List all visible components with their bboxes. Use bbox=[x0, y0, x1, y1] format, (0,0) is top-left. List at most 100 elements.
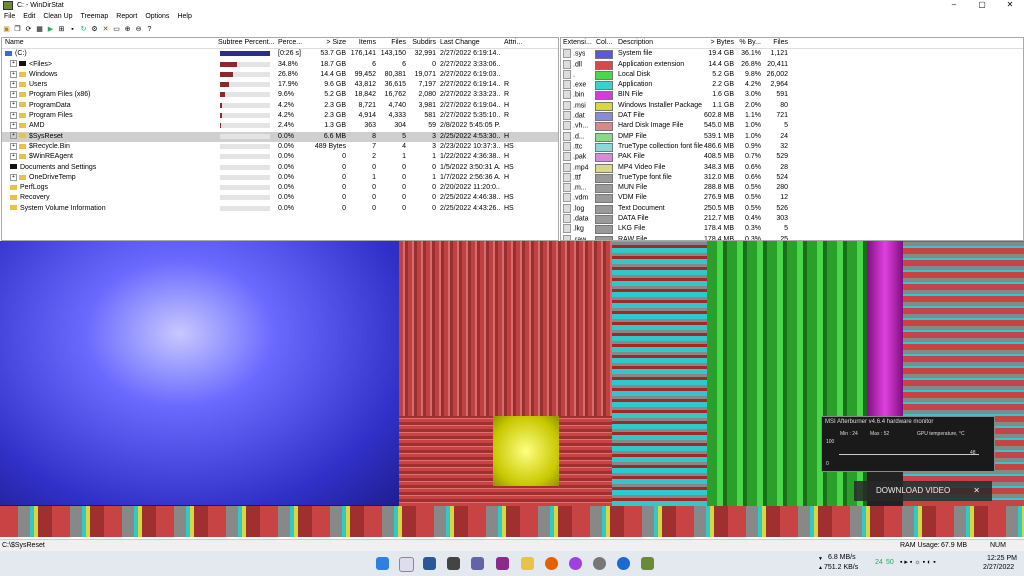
col-extension[interactable]: Extensi... bbox=[563, 38, 592, 48]
extension-row[interactable]: .ttc TrueType collection font file 486.6 M… bbox=[561, 141, 1023, 152]
tray-icons[interactable]: ▪ ▸ ▪ ☼ ▪ ◐ ▪ bbox=[900, 559, 936, 567]
expand-icon[interactable]: + bbox=[10, 91, 17, 99]
extension-row[interactable]: .bin BIN File 1.6 GB 3.0% 591 bbox=[561, 90, 1023, 101]
help-icon[interactable]: ? bbox=[145, 25, 154, 34]
expand-icon[interactable]: + bbox=[10, 111, 17, 119]
expand-icon[interactable]: + bbox=[10, 173, 17, 181]
dir-row[interactable]: + $SysReset 0.0% 6.6 MB 8 5 3 2/25/2022 4:53:30… bbox=[2, 131, 558, 142]
dir-row[interactable]: + Windows 26.8% 14.4 GB 99,452 80,381 19,071 2/… bbox=[2, 70, 558, 80]
dir-row[interactable]: + Program Files (x86) 9.6% 5.2 GB 18,842 16,7… bbox=[2, 90, 558, 100]
extension-row[interactable]: .msi Windows Installer Package 1.1 GB 2.0% 8… bbox=[561, 100, 1023, 111]
expand-icon[interactable]: + bbox=[10, 142, 17, 150]
dir-row[interactable]: + ProgramData 4.2% 2.3 GB 8,721 4,740 3,981 2/2… bbox=[2, 101, 558, 111]
expand-icon[interactable]: + bbox=[10, 132, 17, 140]
search-icon[interactable] bbox=[399, 557, 414, 572]
extension-row[interactable]: .lkg LKG File 178.4 MB 0.3% 5 bbox=[561, 224, 1023, 235]
extension-row[interactable]: .vh... Hard Disk Image File 545.0 MB 1.0% 5 bbox=[561, 121, 1023, 132]
treemap-block-cyan[interactable] bbox=[612, 241, 707, 506]
extension-row[interactable]: .exe Application 2.2 GB 4.2% 2,964 bbox=[561, 80, 1023, 91]
extension-row[interactable]: .log Text Document 250.5 MB 0.5% 526 bbox=[561, 203, 1023, 214]
extension-list[interactable]: Extensi... Col... Description > Bytes % … bbox=[560, 37, 1024, 241]
extension-row[interactable]: .mp4 MP4 Video File 348.3 MB 0.6% 28 bbox=[561, 162, 1023, 173]
expand-icon[interactable]: + bbox=[10, 122, 17, 130]
download-close-icon[interactable]: ✕ bbox=[973, 481, 980, 501]
windirstat-taskbar-icon[interactable] bbox=[496, 557, 509, 570]
col-color[interactable]: Col... bbox=[596, 38, 612, 48]
download-video-overlay[interactable]: DOWNLOAD VIDEO ✕ bbox=[854, 481, 992, 501]
extension-row[interactable]: .ttf TrueType font file 312.0 MB 0.6% 524 bbox=[561, 172, 1023, 183]
msi-afterburner-overlay[interactable]: MSI Afterburner v4.6.4 hardware monitor … bbox=[821, 416, 995, 472]
dir-row[interactable]: PerfLogs 0.0% 0 0 0 0 2/20/2022 11:20:0... bbox=[2, 183, 558, 193]
start-icon[interactable] bbox=[376, 557, 389, 570]
word-icon[interactable] bbox=[423, 557, 436, 570]
refresh-all-icon[interactable]: ↻ bbox=[79, 25, 88, 34]
clock-time[interactable]: 12:25 PM bbox=[987, 555, 1017, 563]
dir-row[interactable]: (C:) [0:26 s] 53.7 GB 176,141 143,150 32,991 2… bbox=[2, 49, 558, 59]
expand-icon[interactable]: + bbox=[10, 70, 17, 78]
col-description[interactable]: Description bbox=[618, 38, 653, 48]
col-items[interactable]: Items bbox=[348, 38, 376, 48]
col-files[interactable]: Files bbox=[378, 38, 406, 48]
delete-icon[interactable]: ✕ bbox=[101, 25, 110, 34]
zoom-in-icon[interactable]: ⊕ bbox=[123, 25, 132, 34]
dir-row[interactable]: Recovery 0.0% 0 0 0 0 2/25/2022 4:46:38... HS bbox=[2, 193, 558, 203]
menu-help[interactable]: Help bbox=[173, 12, 195, 22]
col-files[interactable]: Files bbox=[763, 38, 788, 48]
col-subdirs[interactable]: Subdirs bbox=[408, 38, 436, 48]
col-percent[interactable]: Perce... bbox=[278, 38, 302, 48]
dir-row[interactable]: + <Files> 34.8% 18.7 GB 6 6 0 2/27/2022 3:33:06… bbox=[2, 60, 558, 70]
prompt-icon[interactable]: ▪ bbox=[68, 25, 77, 34]
maximize-button[interactable]: ▢ bbox=[968, 0, 996, 11]
open-icon[interactable]: ▣ bbox=[2, 25, 11, 34]
treemap-block-bottom-strip[interactable] bbox=[0, 506, 1024, 537]
zoom-out-icon[interactable]: ⊖ bbox=[134, 25, 143, 34]
folder-icon[interactable]: ▭ bbox=[112, 25, 121, 34]
explorer-icon[interactable]: ⊞ bbox=[57, 25, 66, 34]
settings-icon[interactable] bbox=[593, 557, 606, 570]
dir-row[interactable]: Documents and Settings 0.0% 0 0 0 0 1/5/2022 3… bbox=[2, 163, 558, 173]
expand-icon[interactable]: + bbox=[10, 60, 17, 68]
dir-row[interactable]: + OneDriveTemp 0.0% 0 1 0 1 1/7/2022 2:56:36 A.… bbox=[2, 173, 558, 183]
dir-row[interactable]: + Program Files 4.2% 2.3 GB 4,914 4,333 581 2/2… bbox=[2, 111, 558, 121]
extension-row[interactable]: .d... DMP File 539.1 MB 1.0% 24 bbox=[561, 131, 1023, 142]
dir-row[interactable]: + Users 17.9% 9.6 GB 43,812 36,615 7,197 2/27/2… bbox=[2, 80, 558, 90]
col-bytes[interactable]: > Bytes bbox=[706, 38, 734, 48]
dir-row[interactable]: + $WinREAgent 0.0% 0 2 1 1 1/22/2022 4:36:38...… bbox=[2, 152, 558, 162]
properties-icon[interactable]: ⚙ bbox=[90, 25, 99, 34]
clock-date[interactable]: 2/27/2022 bbox=[983, 564, 1014, 572]
dir-row[interactable]: + AMD 2.4% 1.3 GB 363 304 59 2/8/2022 5:45:05 P… bbox=[2, 121, 558, 131]
extension-row[interactable]: . Local Disk 5.2 GB 9.8% 26,002 bbox=[561, 69, 1023, 80]
extension-row[interactable]: .dat DAT File 602.8 MB 1.1% 721 bbox=[561, 111, 1023, 122]
col-name[interactable]: Name bbox=[5, 38, 24, 48]
dir-row[interactable]: + $Recycle.Bin 0.0% 489 Bytes 7 4 3 2/23/2022 1… bbox=[2, 142, 558, 152]
firefox-icon[interactable] bbox=[545, 557, 558, 570]
play-icon[interactable]: ▶ bbox=[46, 25, 55, 34]
chat-icon[interactable] bbox=[471, 557, 484, 570]
windirstat-app-taskbar-icon[interactable] bbox=[641, 557, 654, 570]
calculator-icon[interactable] bbox=[447, 557, 460, 570]
tray-temp-1[interactable]: 24 bbox=[875, 559, 883, 567]
extension-row[interactable]: .dll Application extension 14.4 GB 26.8% 20,… bbox=[561, 59, 1023, 70]
dir-row[interactable]: System Volume Information 0.0% 0 0 0 0 2/25/20… bbox=[2, 204, 558, 214]
select-icon[interactable]: ▦ bbox=[35, 25, 44, 34]
col-percent-bytes[interactable]: % By... bbox=[737, 38, 761, 48]
extension-row[interactable]: .sys System file 19.4 GB 36.1% 1,121 bbox=[561, 49, 1023, 60]
menu-treemap[interactable]: Treemap bbox=[77, 12, 113, 22]
col-attributes[interactable]: Attri... bbox=[504, 38, 522, 48]
extension-row[interactable]: .m... MUN File 288.8 MB 0.5% 280 bbox=[561, 183, 1023, 194]
close-button[interactable]: ✕ bbox=[996, 0, 1024, 11]
media-icon[interactable] bbox=[617, 557, 630, 570]
extension-row[interactable]: .pak PAK File 408.5 MB 0.7% 529 bbox=[561, 152, 1023, 163]
extension-row[interactable]: .data DATA File 212.7 MB 0.4% 303 bbox=[561, 214, 1023, 225]
copy-icon[interactable]: ❐ bbox=[13, 25, 22, 34]
expand-icon[interactable]: + bbox=[10, 80, 17, 88]
col-size[interactable]: > Size bbox=[308, 38, 346, 48]
expand-icon[interactable]: + bbox=[10, 101, 17, 109]
menu-clean-up[interactable]: Clean Up bbox=[39, 12, 76, 22]
minimize-button[interactable]: – bbox=[940, 0, 968, 11]
menu-report[interactable]: Report bbox=[112, 12, 141, 22]
col-subtree-percent[interactable]: Subtree Percent... bbox=[218, 38, 274, 48]
messenger-icon[interactable] bbox=[569, 557, 582, 570]
tray-temp-2[interactable]: 50 bbox=[886, 559, 894, 567]
col-last-change[interactable]: Last Change bbox=[440, 38, 480, 48]
